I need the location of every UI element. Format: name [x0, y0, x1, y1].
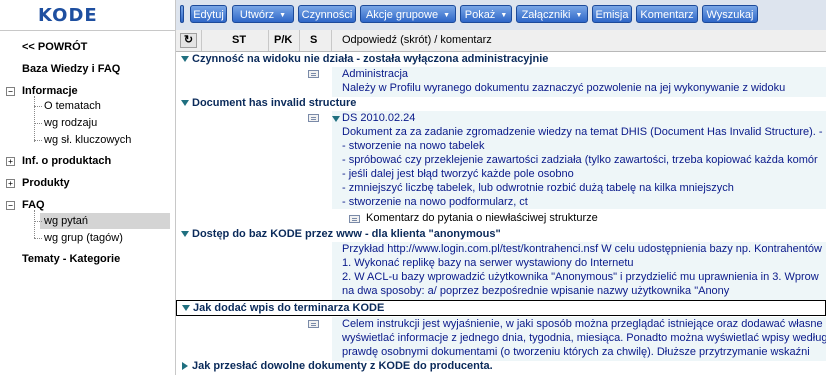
answer-text[interactable]: Należy w Profilu wyranego dokumentu zazn…	[342, 82, 785, 94]
column-separator	[299, 30, 300, 51]
answer-text[interactable]: wyświetlać informacje z jednego dnia, ty…	[342, 332, 826, 344]
col-st[interactable]: ST	[232, 34, 246, 46]
collapse-triangle-icon[interactable]	[181, 231, 189, 237]
create-menu-button[interactable]: Utwórz ▼	[232, 5, 294, 23]
edit-button[interactable]: Edytuj	[190, 5, 227, 23]
dropdown-arrow-icon: ▼	[575, 12, 583, 19]
nav-produkty[interactable]: Produkty	[22, 177, 70, 189]
show-menu-button[interactable]: Pokaż ▼	[460, 5, 512, 23]
category-row[interactable]: Jak przesłać dowolne dokumenty z KODE do…	[176, 359, 826, 374]
col-s[interactable]: S	[310, 34, 317, 46]
answer-text[interactable]: prawdę osobnymi dokumentami (o tworzeniu…	[342, 346, 810, 358]
document-icon	[308, 70, 319, 78]
comment-button[interactable]: Komentarz	[636, 5, 698, 23]
answer-text[interactable]: na dwa sposoby: a/ poprzez bezpośrednie …	[342, 285, 729, 297]
nav-knowledge-base[interactable]: Baza Wiedzy i FAQ	[22, 63, 120, 75]
col-answer[interactable]: Odpowiedź (skrót) / komentarz	[342, 34, 492, 46]
tree-branch	[34, 238, 42, 239]
document-icon	[308, 320, 319, 328]
column-header: ↻ ST P/K S Odpowiedź (skrót) / komentarz	[176, 30, 826, 52]
answer-text[interactable]: Przykład http://www.login.com.pl/test/ko…	[342, 243, 822, 255]
toolbar-grip	[180, 5, 184, 23]
category-title: Jak przesłać dowolne dokumenty z KODE do…	[192, 360, 493, 372]
comment-icon	[349, 215, 360, 223]
emission-button[interactable]: Emisja	[592, 5, 632, 23]
attachments-button[interactable]: Załączniki ▼	[516, 5, 588, 23]
collapse-icon[interactable]: −	[6, 201, 15, 210]
column-separator	[268, 30, 269, 51]
answer-text[interactable]: - spróbować czy przeklejenie zawartości …	[342, 154, 818, 166]
answer-author[interactable]: DS 2010.02.24	[342, 112, 415, 124]
tree-line	[34, 210, 35, 238]
dropdown-arrow-icon: ▼	[443, 12, 451, 19]
dropdown-arrow-icon: ▼	[279, 12, 287, 19]
create-label: Utwórz	[239, 9, 275, 21]
category-row-selected[interactable]: Jak dodać wpis do terminarza KODE	[176, 300, 826, 316]
tree-branch	[34, 123, 42, 124]
search-button[interactable]: Wyszukaj	[702, 5, 758, 23]
col-pk[interactable]: P/K	[274, 34, 292, 46]
nav-o-tematach[interactable]: O tematach	[44, 100, 101, 112]
column-separator	[331, 30, 332, 51]
comment-text[interactable]: Komentarz do pytania o niewłaściwej stru…	[366, 212, 598, 224]
group-actions-button[interactable]: Akcje grupowe ▼	[360, 5, 456, 23]
tree-branch	[34, 140, 42, 141]
collapse-triangle-icon[interactable]	[332, 116, 340, 122]
expand-icon[interactable]: +	[6, 179, 15, 188]
view-content: Czynność na widoku nie działa - została …	[176, 51, 826, 375]
document-icon	[308, 114, 319, 122]
attachments-label: Załączniki	[521, 9, 571, 21]
answer-text[interactable]: Dokument za za zadanie zgromadzenie wied…	[342, 126, 826, 138]
show-label: Pokaż	[464, 9, 496, 21]
collapse-triangle-icon[interactable]	[182, 305, 190, 311]
expand-triangle-icon[interactable]	[182, 362, 188, 370]
answer-text[interactable]: - zmniejszyć liczbę tabelek, lub odwrotn…	[342, 182, 734, 194]
category-title: Document has invalid structure	[192, 97, 357, 109]
nav-wg-grup[interactable]: wg grup (tagów)	[44, 232, 123, 244]
group-actions-label: Akcje grupowe	[365, 9, 439, 21]
category-title: Dostęp do baz KODE przez www - dla klien…	[192, 228, 501, 240]
category-row[interactable]: Dostęp do baz KODE przez www - dla klien…	[176, 227, 826, 242]
answer-text[interactable]: - jeśli dalej jest błąd tworzyć każde po…	[342, 168, 574, 180]
collapse-icon[interactable]: −	[6, 87, 15, 96]
tree-branch	[34, 106, 42, 107]
category-title: Czynność na widoku nie działa - została …	[192, 53, 549, 65]
collapse-triangle-icon[interactable]	[181, 100, 189, 106]
category-row[interactable]: Document has invalid structure	[176, 96, 826, 111]
answer-text[interactable]: 2. W ACL-u bazy wprowadzić użytkownika "…	[342, 271, 819, 283]
category-title: Jak dodać wpis do terminarza KODE	[193, 302, 385, 314]
answer-author[interactable]: Administracja	[342, 68, 408, 80]
answer-text[interactable]: - stworzenie na nowo tabelek	[342, 140, 484, 152]
answer-text[interactable]: - stworzenie na nowo podformularz, ct	[342, 196, 528, 208]
column-separator	[201, 30, 202, 51]
collapse-triangle-icon[interactable]	[181, 56, 189, 62]
back-link[interactable]: << POWRÓT	[22, 41, 87, 53]
nav-tematy-kategorie[interactable]: Tematy - Kategorie	[22, 253, 120, 265]
answer-text[interactable]: 1. Wykonać replikę bazy na serwer wystaw…	[342, 257, 634, 269]
tree-line	[34, 96, 35, 142]
nav-wg-slow-kluczowych[interactable]: wg sł. kluczowych	[44, 134, 131, 146]
app-logo: KODE	[38, 5, 98, 26]
dropdown-arrow-icon: ▼	[500, 12, 508, 19]
navigator-pane: KODE << POWRÓT Baza Wiedzy i FAQ − Infor…	[0, 0, 176, 375]
nav-informacje[interactable]: Informacje	[22, 85, 78, 97]
nav-inf-o-produktach[interactable]: Inf. o produktach	[22, 155, 111, 167]
nav-wg-pytan[interactable]: wg pytań	[44, 215, 88, 227]
action-toolbar: Edytuj Utwórz ▼ Czynności Akcje grupowe ▼ …	[176, 0, 826, 31]
nav-wg-rodzaju[interactable]: wg rodzaju	[44, 117, 97, 129]
answer-text[interactable]: Celem instrukcji jest wyjaśnienie, w jak…	[342, 318, 823, 330]
tree-branch	[34, 221, 42, 222]
category-row[interactable]: Czynność na widoku nie działa - została …	[176, 52, 826, 67]
refresh-icon[interactable]: ↻	[180, 33, 197, 48]
actions-button[interactable]: Czynności	[298, 5, 356, 23]
expand-icon[interactable]: +	[6, 157, 15, 166]
